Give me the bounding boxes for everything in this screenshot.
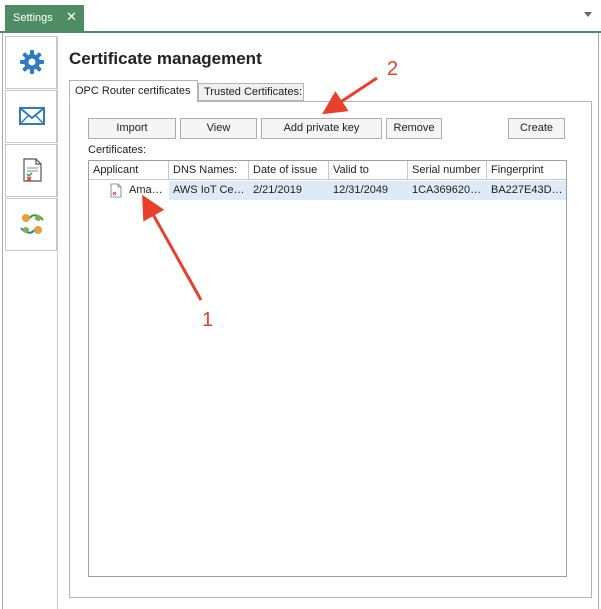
- table-header: Applicant DNS Names: Date of issue Valid…: [89, 161, 566, 180]
- column-header-valid-to[interactable]: Valid to: [329, 161, 408, 180]
- sidebar-item-certificates[interactable]: [5, 144, 57, 197]
- create-button[interactable]: Create: [508, 118, 565, 139]
- cell-valid-to: 12/31/2049: [329, 181, 408, 200]
- applicant-value: Ama…: [129, 184, 163, 196]
- import-button[interactable]: Import: [88, 118, 176, 139]
- connection-icon: [20, 214, 44, 234]
- sidebar-divider: [57, 36, 58, 609]
- sidebar-item-settings[interactable]: [5, 36, 57, 89]
- tab-trusted-certificates[interactable]: Trusted Certificates:: [198, 83, 304, 101]
- column-header-dns-names[interactable]: DNS Names:: [169, 161, 249, 180]
- envelope-icon: [19, 107, 45, 125]
- document-tab-strip: Settings ✕: [0, 0, 601, 33]
- add-private-key-button[interactable]: Add private key: [261, 118, 382, 139]
- page-title: Certificate management: [69, 49, 262, 68]
- settings-tab-label: Settings: [13, 12, 53, 24]
- column-header-fingerprint[interactable]: Fingerprint: [487, 161, 566, 180]
- certificates-label: Certificates:: [88, 144, 147, 156]
- cell-dns-names: AWS IoT Ce…: [169, 181, 249, 200]
- column-header-serial-number[interactable]: Serial number: [408, 161, 487, 180]
- sidebar: [5, 36, 57, 251]
- cell-date-of-issue: 2/21/2019: [249, 181, 329, 200]
- column-header-applicant[interactable]: Applicant: [89, 161, 169, 180]
- column-header-date-of-issue[interactable]: Date of issue: [249, 161, 329, 180]
- table-row[interactable]: Ama… AWS IoT Ce… 2/21/2019 12/31/2049 1C…: [89, 181, 566, 200]
- settings-tab[interactable]: Settings ✕: [5, 5, 84, 32]
- tab-opc-router-certificates[interactable]: OPC Router certificates: [69, 80, 198, 103]
- close-icon[interactable]: ✕: [66, 10, 77, 24]
- certificates-table[interactable]: Applicant DNS Names: Date of issue Valid…: [88, 160, 567, 577]
- annotation-label-2: 2: [387, 58, 399, 80]
- cell-serial-number: 1CA369620…: [408, 181, 487, 200]
- certificate-file-icon: [110, 183, 122, 198]
- cell-fingerprint: BA227E43D…: [487, 181, 566, 200]
- sidebar-item-connections[interactable]: [5, 198, 57, 251]
- annotation-label-1: 1: [202, 309, 214, 331]
- view-button[interactable]: View: [180, 118, 257, 139]
- remove-button[interactable]: Remove: [386, 118, 442, 139]
- chevron-down-icon[interactable]: [584, 12, 592, 17]
- certificate-icon: [23, 158, 42, 182]
- cell-applicant: Ama…: [89, 181, 169, 200]
- sidebar-item-mail[interactable]: [5, 90, 57, 143]
- gear-icon: [20, 50, 44, 74]
